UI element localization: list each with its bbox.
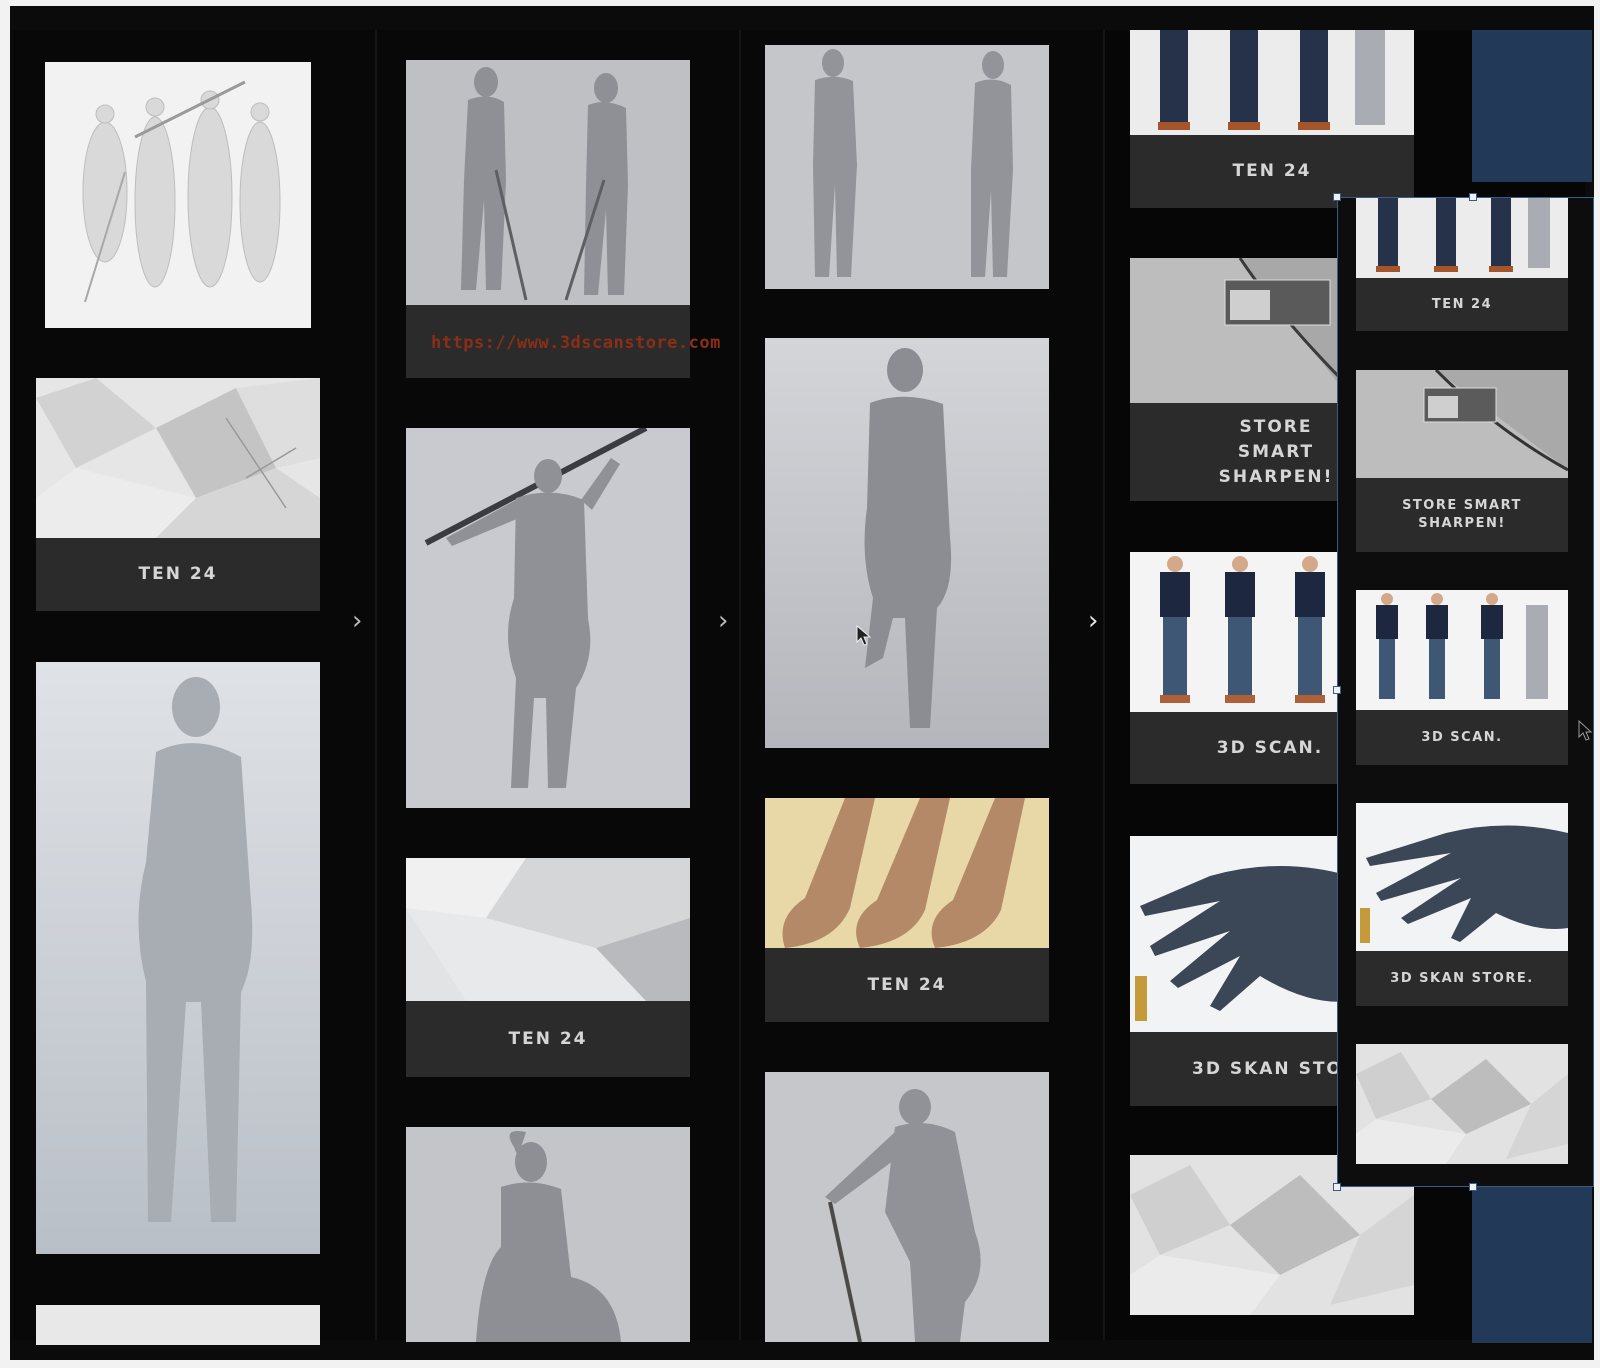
- gallery-item-sharpen[interactable]: STORE SMART SHARPEN!: [1130, 258, 1350, 501]
- column-divider: [739, 30, 741, 1340]
- gallery-item-standing-figure[interactable]: [36, 662, 320, 1254]
- screenshot-canvas: TEN 24 https://www.3dscanstore.com TEN 2…: [0, 0, 1600, 1368]
- watermark-url[interactable]: https://www.3dscanstore.com: [431, 333, 721, 353]
- preview-item-lowpoly[interactable]: [1356, 1044, 1568, 1164]
- navy-swatch: [1472, 1187, 1592, 1343]
- gallery-item-spear-figure[interactable]: [406, 428, 690, 808]
- caption: STORE SMART SHARPEN!: [1130, 403, 1350, 501]
- preview-item-scan[interactable]: 3D SCAN.: [1356, 590, 1568, 765]
- caption-text: STORE SMART SHARPEN!: [1402, 498, 1522, 531]
- lowpoly-image: [36, 378, 320, 538]
- scan-people-image: [1130, 552, 1350, 712]
- gallery-item-skan[interactable]: 3D SKAN STORE.: [1130, 836, 1350, 1106]
- gallery-item-figure-group[interactable]: [45, 62, 311, 328]
- seated-figure-image: [406, 1127, 690, 1342]
- resize-handle-left[interactable]: [1333, 686, 1341, 694]
- gallery-item-ten24-1[interactable]: TEN 24: [36, 378, 320, 611]
- caption: 3D SCAN.: [1356, 710, 1568, 765]
- caption: TEN 24: [36, 538, 320, 611]
- caption: 3D SCAN.: [1130, 712, 1350, 784]
- spear-figure-image: [406, 428, 690, 808]
- chevron-right-icon[interactable]: ›: [718, 606, 728, 636]
- chevron-right-icon[interactable]: ›: [352, 606, 362, 636]
- gallery-item-partial[interactable]: [36, 1305, 320, 1345]
- gallery-item-seated-figure[interactable]: [406, 1127, 690, 1342]
- preview-item-sharpen[interactable]: STORE SMART SHARPEN!: [1356, 370, 1568, 552]
- back-figure-image: [765, 338, 1049, 748]
- standing-figure-image: [36, 662, 320, 1254]
- caption: STORE SMART SHARPEN!: [1356, 478, 1568, 552]
- caption: 3D SKAN STORE.: [1130, 1032, 1350, 1106]
- resize-handle-top[interactable]: [1469, 193, 1477, 201]
- gallery-item-two-figures-back[interactable]: [765, 45, 1049, 289]
- sharpen-image: [1130, 258, 1350, 403]
- left-border: [0, 0, 10, 1368]
- mouse-pointer-icon: [1578, 720, 1592, 742]
- top-border: [0, 0, 1600, 6]
- people-image: [1356, 198, 1568, 278]
- preview-item-ten24[interactable]: TEN 24: [1356, 198, 1568, 331]
- caption: 3D SKAN STORE.: [1356, 951, 1568, 1006]
- caption: TEN 24: [1356, 278, 1568, 331]
- caption: TEN 24: [765, 948, 1049, 1022]
- mouse-pointer-icon: [856, 625, 872, 647]
- resize-handle-bottom[interactable]: [1469, 1183, 1477, 1191]
- navy-swatch: [1472, 30, 1592, 182]
- preview-item-skan[interactable]: 3D SKAN STORE.: [1356, 803, 1568, 1006]
- gallery-item-two-figures[interactable]: [406, 60, 690, 378]
- bottom-border: [0, 1360, 1600, 1368]
- selection-preview-panel[interactable]: TEN 24 STORE SMART SHARPEN! 3D SCAN. 3D …: [1337, 197, 1594, 1187]
- hand-image: [1130, 836, 1350, 1032]
- resize-handle-top-left[interactable]: [1333, 193, 1341, 201]
- figure-group-image: [45, 62, 311, 328]
- two-figures-back-image: [765, 45, 1049, 289]
- hand-image: [1356, 803, 1568, 951]
- lowpoly-image: [1356, 1044, 1568, 1164]
- feet-image: [765, 798, 1049, 948]
- people-image: [1130, 30, 1414, 135]
- gallery-item-back-figure[interactable]: [765, 338, 1049, 748]
- sharpen-image: [1356, 370, 1568, 478]
- column-divider: [1103, 30, 1105, 1340]
- resize-handle-bottom-left[interactable]: [1333, 1183, 1341, 1191]
- gallery-item-ten24-4[interactable]: TEN 24: [1130, 30, 1414, 208]
- column-divider: [375, 30, 377, 1340]
- chevron-right-icon[interactable]: ›: [1088, 606, 1098, 636]
- scan-people-image: [1356, 590, 1568, 710]
- gallery-item-ten24-2[interactable]: TEN 24: [406, 858, 690, 1077]
- gallery-item-leaning-figure[interactable]: [765, 1072, 1049, 1342]
- gallery-item-ten24-3[interactable]: TEN 24: [765, 798, 1049, 1022]
- caption-text: STORE SMART SHARPEN!: [1218, 416, 1334, 487]
- caption: TEN 24: [406, 1001, 690, 1077]
- leaning-figure-image: [765, 1072, 1049, 1342]
- lowpoly-image: [406, 858, 690, 1001]
- two-figures-image: [406, 60, 690, 305]
- gallery-item-scan[interactable]: 3D SCAN.: [1130, 552, 1350, 784]
- right-border: [1594, 0, 1600, 1368]
